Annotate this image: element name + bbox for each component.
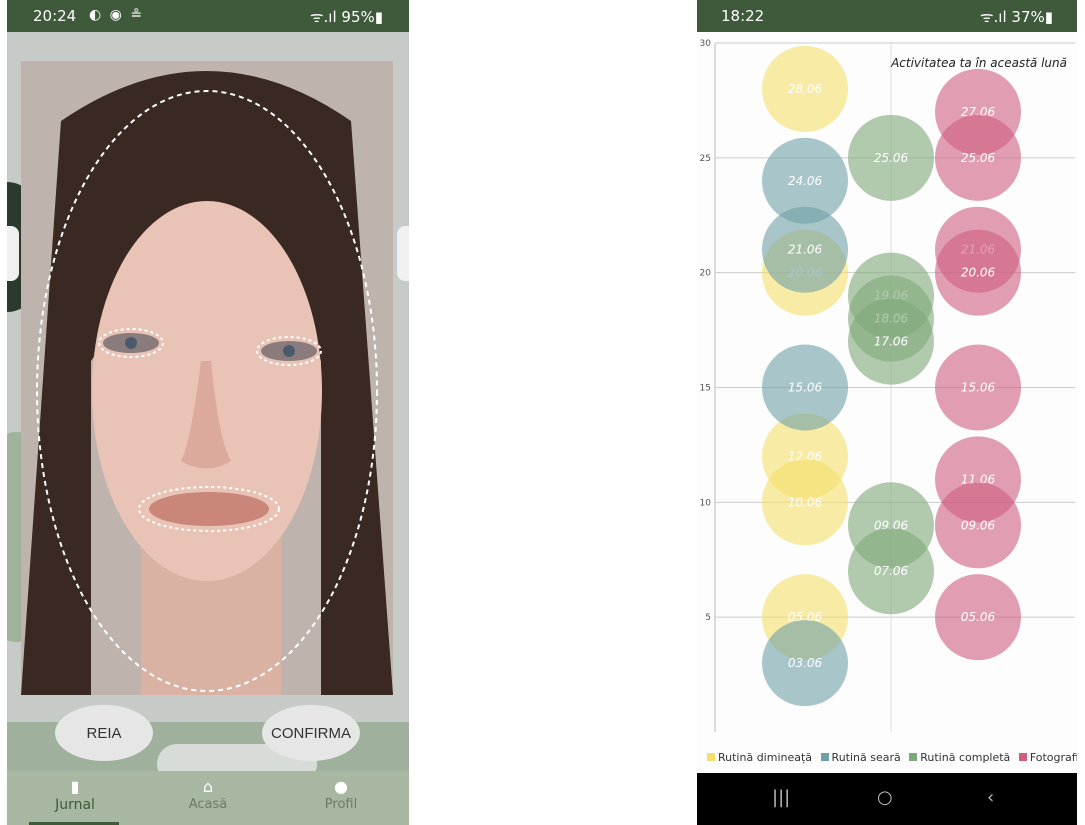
- nav-label-profile: Profil: [324, 797, 358, 812]
- chart-title: Activitatea ta în această lună: [890, 56, 1067, 70]
- chart-legend: Rutină dimineață Rutină seară Rutină com…: [707, 751, 1077, 764]
- nav-item-profile[interactable]: ● Profil: [291, 777, 391, 812]
- y-tick-label: 10: [700, 498, 712, 508]
- bubble-label: 21.06: [788, 243, 823, 257]
- bubble-label: 15.06: [788, 381, 823, 395]
- legend-item-complete: Rutină completă: [909, 751, 1010, 764]
- bubble-label: 03.06: [788, 656, 823, 670]
- bubble-label: 20.06: [961, 266, 996, 280]
- recent-apps-button[interactable]: |||: [772, 787, 790, 808]
- bottom-navigation: ▮ Jurnal ⌂ Acasă ● Profil: [7, 771, 409, 825]
- y-tick-label: 20: [700, 269, 712, 279]
- bubble-label: 07.06: [874, 564, 909, 578]
- bubble-label: 25.06: [961, 151, 996, 165]
- bubble-label: 17.06: [874, 335, 909, 349]
- legend-item-photo: Fotografie facială: [1018, 751, 1077, 764]
- retake-button[interactable]: REIA: [55, 705, 153, 761]
- y-tick-label: 30: [700, 39, 712, 49]
- status-bar: 18:22 ᯤ.ıl 37%▮: [697, 0, 1077, 32]
- bubble-label: 24.06: [788, 174, 823, 188]
- system-navigation-bar: ||| ○ ‹: [697, 773, 1077, 825]
- activity-chart-svg: 5101520253028.0620.0612.0610.0605.0624.0…: [700, 39, 1075, 732]
- activity-chart-screen: 18:22 ᯤ.ıl 37%▮ 5101520253028.0620.0612.…: [697, 0, 1077, 825]
- side-handle-right: [397, 226, 409, 281]
- bubble-label: 15.06: [961, 381, 996, 395]
- activity-chart: 5101520253028.0620.0612.0610.0605.0624.0…: [697, 32, 1077, 777]
- status-bar: 20:24 ◐ ◉ ≗ ᯤ.ıl 95%▮: [7, 0, 409, 32]
- y-tick-label: 25: [700, 154, 711, 164]
- status-time: 18:22: [721, 7, 765, 25]
- captured-face-photo: [21, 61, 393, 695]
- back-button[interactable]: ‹: [987, 787, 994, 808]
- nav-label-home: Acasă: [188, 797, 228, 812]
- home-icon: ⌂: [202, 777, 214, 796]
- bubble-label: 25.06: [874, 151, 909, 165]
- status-signal-battery: ᯤ.ıl 37%▮: [979, 8, 1053, 26]
- legend-item-morning: Rutină dimineață: [707, 751, 812, 764]
- legend-item-evening: Rutină seară: [820, 751, 901, 764]
- side-handle-left: [7, 226, 19, 281]
- face-capture-screen: 20:24 ◐ ◉ ≗ ᯤ.ıl 95%▮ REIA CONFIRMA ▮ Ju…: [7, 0, 409, 825]
- person-icon: ●: [334, 777, 348, 796]
- y-tick-label: 15: [700, 384, 711, 394]
- home-button[interactable]: ○: [877, 787, 893, 808]
- bubble-label: 28.06: [788, 82, 823, 96]
- nav-item-journal[interactable]: ▮ Jurnal: [25, 777, 125, 813]
- notification-icons: ◐ ◉ ≗: [89, 7, 145, 23]
- nav-item-home[interactable]: ⌂ Acasă: [158, 777, 258, 812]
- bubble-label: 09.06: [961, 518, 996, 532]
- bubble-label: 10.06: [788, 495, 823, 509]
- bubble-label: 05.06: [961, 610, 996, 624]
- nav-label-journal: Jurnal: [55, 797, 95, 813]
- notebook-icon: ▮: [70, 777, 80, 796]
- face-photo-illustration: [21, 61, 393, 695]
- confirm-button[interactable]: CONFIRMA: [262, 705, 360, 761]
- status-time: 20:24: [33, 7, 77, 25]
- y-tick-label: 5: [705, 613, 711, 623]
- status-signal-battery: ᯤ.ıl 95%▮: [309, 8, 383, 26]
